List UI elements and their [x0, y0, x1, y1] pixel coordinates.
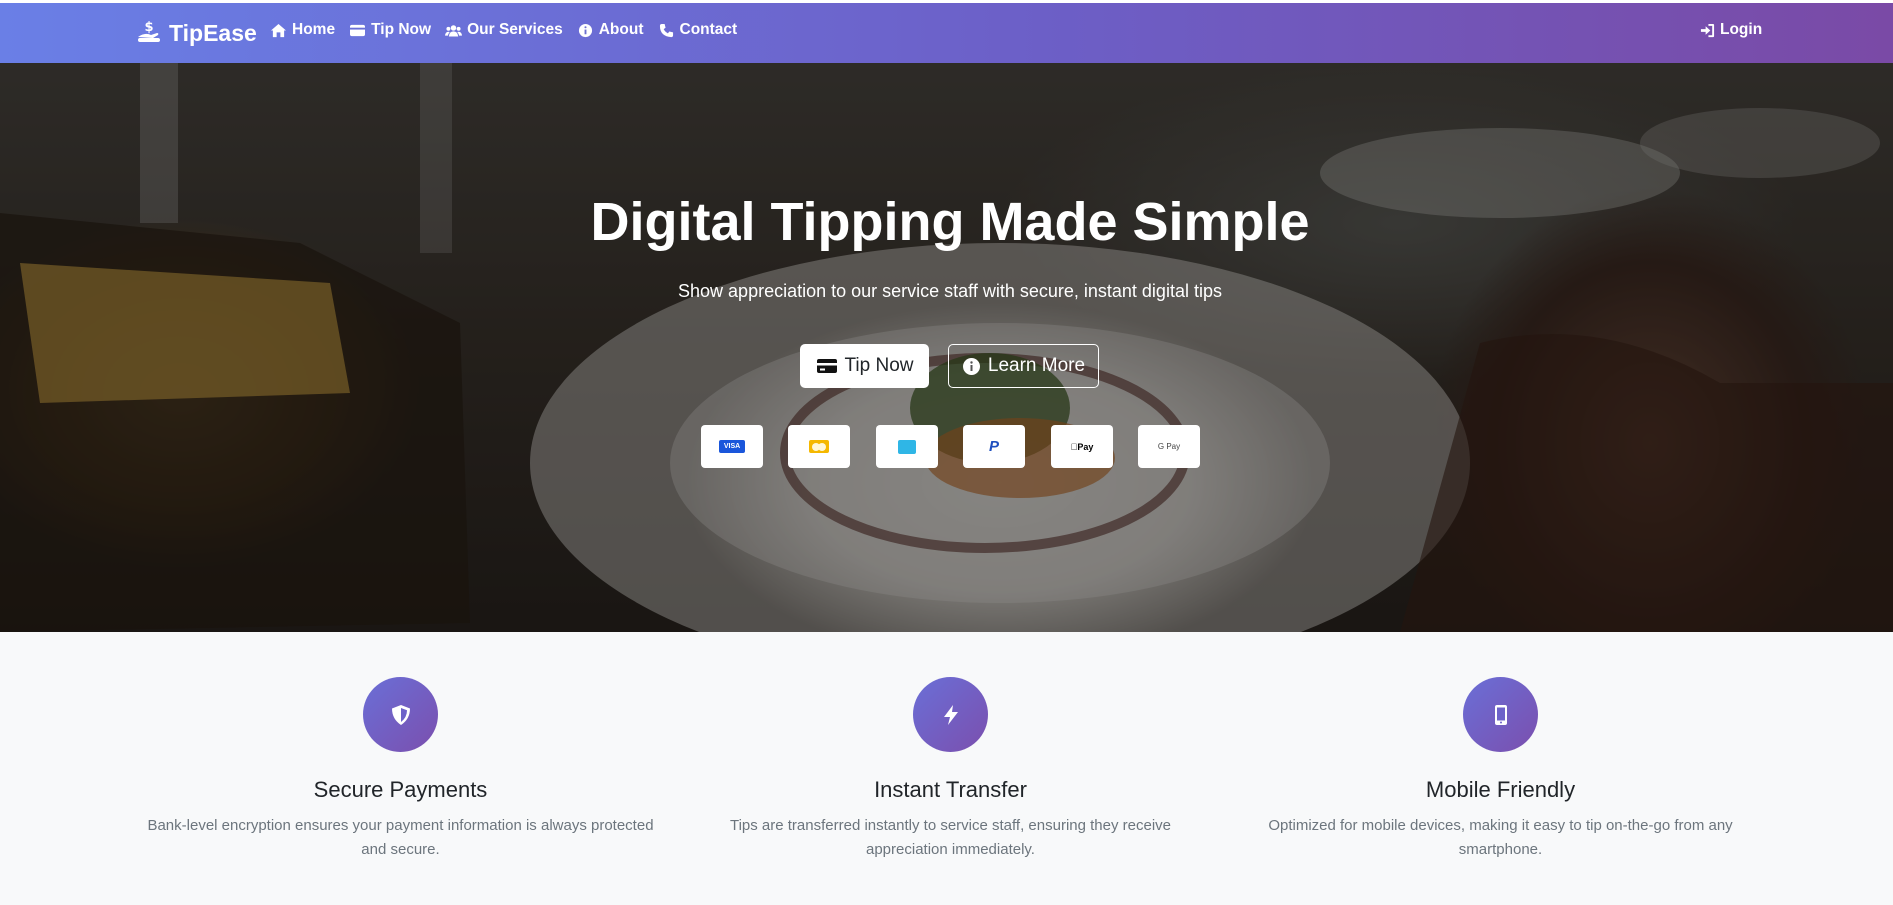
mastercard-payment-icon: [788, 425, 850, 468]
tip-now-button-label: Tip Now: [844, 355, 914, 376]
nav-our-services[interactable]: Our Services: [445, 21, 563, 39]
brand-logo[interactable]: $ TipEase: [135, 17, 257, 49]
nav-about[interactable]: About: [577, 21, 644, 39]
svg-text:$: $: [144, 20, 153, 35]
feature-icon-circle: [363, 677, 438, 752]
apple-pay-payment-icon: Pay: [1051, 425, 1113, 468]
brand-name: TipEase: [169, 19, 257, 46]
tip-now-button[interactable]: Tip Now: [800, 344, 929, 388]
feature-icon-circle: [1463, 677, 1538, 752]
login-label: Login: [1720, 21, 1763, 38]
paypal-payment-icon: P: [963, 425, 1025, 468]
nav-home[interactable]: Home: [270, 21, 335, 39]
home-icon: [271, 23, 286, 37]
nav-tip-now-label: Tip Now: [371, 21, 432, 38]
nav-home-label: Home: [292, 21, 336, 38]
feature-description: Bank-level encryption ensures your payme…: [147, 817, 654, 858]
learn-more-button[interactable]: Learn More: [948, 344, 1099, 388]
credit-card-icon: [816, 359, 837, 373]
google-pay-logo: G Pay: [1157, 442, 1181, 451]
visa-logo: VISA: [718, 440, 746, 453]
bolt-icon: [943, 704, 958, 725]
apple-pay-label: Pay: [1073, 441, 1093, 452]
learn-more-button-label: Learn More: [987, 355, 1086, 376]
feature-icon-circle: [913, 677, 988, 752]
feature-description: Optimized for mobile devices, making it …: [1268, 817, 1733, 858]
nav-our-services-label: Our Services: [467, 21, 563, 38]
google-pay-payment-icon: G Pay: [1138, 425, 1200, 468]
nav-about-label: About: [598, 21, 644, 38]
amex-payment-icon: [876, 425, 938, 468]
nav-contact-label: Contact: [679, 21, 738, 38]
mastercard-logo: [809, 440, 829, 453]
shield-icon: [391, 704, 410, 725]
visa-payment-icon: VISA: [701, 425, 763, 468]
users-icon: [445, 24, 463, 36]
paypal-logo: P: [988, 438, 999, 455]
feature-title: Secure Payments: [313, 777, 488, 802]
info-circle-icon: [578, 23, 592, 37]
credit-card-icon: [350, 24, 366, 36]
feature-title: Mobile Friendly: [1425, 777, 1576, 802]
amex-logo: [898, 439, 916, 454]
hero-section: Digital Tipping Made Simple Show appreci…: [0, 63, 1893, 632]
sign-in-icon: [1700, 23, 1715, 37]
phone-icon: [659, 23, 673, 37]
features-section: Secure Payments Bank-level encryption en…: [0, 632, 1893, 905]
apple-pay-logo: Pay: [1071, 442, 1094, 452]
hero-title: Digital Tipping Made Simple: [590, 192, 1310, 252]
mobile-icon: [1494, 704, 1507, 725]
login-link[interactable]: Login: [1700, 21, 1762, 39]
feature-description: Tips are transferred instantly to servic…: [729, 817, 1172, 858]
nav-tip-now[interactable]: Tip Now: [349, 21, 431, 39]
hero-subtitle: Show appreciation to our service staff w…: [678, 281, 1222, 301]
nav-contact[interactable]: Contact: [658, 21, 738, 39]
navbar: $ TipEase Home Tip Now Our Services Abou…: [0, 3, 1893, 63]
nav-links: Home Tip Now Our Services About Contact: [270, 21, 737, 39]
hand-holding-dollar-icon: $: [138, 20, 160, 42]
info-circle-icon: [962, 357, 980, 375]
hero-overlay: [0, 63, 1893, 632]
feature-title: Instant Transfer: [874, 777, 1027, 802]
